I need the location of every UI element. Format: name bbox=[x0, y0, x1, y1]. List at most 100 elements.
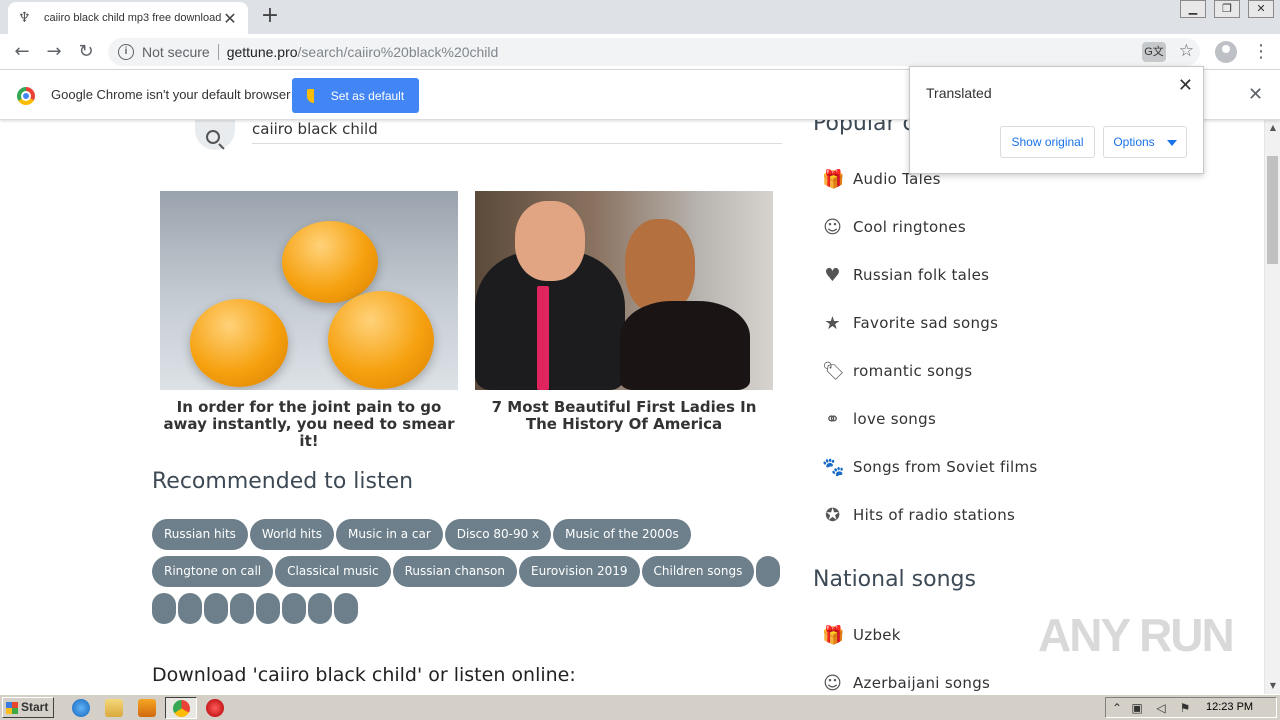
ad-title[interactable]: In order for the joint pain to go away i… bbox=[160, 399, 458, 450]
sidebar-category-item[interactable]: ★ Favorite sad songs bbox=[822, 299, 1038, 347]
network-icon[interactable]: ▣ bbox=[1130, 701, 1144, 715]
star-icon: ★ bbox=[824, 312, 841, 334]
url-path: /search/caiiro%20black%20child bbox=[297, 44, 499, 60]
caret-down-icon bbox=[1166, 139, 1177, 146]
sidebar-category-label: Azerbaijani songs bbox=[853, 674, 991, 692]
genre-tag-empty[interactable] bbox=[230, 593, 254, 624]
folder-icon[interactable] bbox=[105, 699, 123, 717]
sidebar-category-item[interactable]: 🐾 Songs from Soviet films bbox=[822, 443, 1038, 491]
restore-button[interactable]: ❐ bbox=[1214, 0, 1240, 18]
genre-tag[interactable]: Russian hits bbox=[152, 519, 248, 550]
flag-icon[interactable]: ⚑ bbox=[1178, 701, 1192, 715]
anyrun-watermark: ANY RUN bbox=[1038, 609, 1235, 661]
system-tray: ⌃ ▣ ◁ ⚑ 12:23 PM bbox=[1105, 697, 1277, 718]
genre-tag[interactable]: Classical music bbox=[275, 556, 391, 587]
sidebar-category-item[interactable]: ✪ Hits of radio stations bbox=[822, 491, 1038, 539]
genre-tag[interactable]: Disco 80-90 x bbox=[444, 519, 552, 550]
translate-icon[interactable]: G文 bbox=[1142, 42, 1166, 62]
page-scrollbar[interactable]: ▲ ▼ bbox=[1264, 120, 1280, 694]
sidebar-category-label: Hits of radio stations bbox=[853, 506, 1016, 524]
translate-options-button[interactable]: Options bbox=[1103, 126, 1187, 158]
genre-tag[interactable]: Eurovision 2019 bbox=[519, 556, 640, 587]
sidebar-category-item[interactable]: ⚭ love songs bbox=[822, 395, 1038, 443]
tray-expand-icon[interactable]: ⌃ bbox=[1110, 701, 1124, 715]
person-dress-shape bbox=[620, 301, 750, 390]
national-songs-list: 🎁 Uzbek ☺ Azerbaijani songs bbox=[822, 611, 990, 694]
infobar-close-icon[interactable]: ✕ bbox=[1248, 84, 1263, 105]
bookmark-star-icon[interactable]: ☆ bbox=[1179, 41, 1194, 61]
opera-icon[interactable] bbox=[206, 699, 224, 717]
profile-avatar-icon[interactable] bbox=[1215, 41, 1237, 63]
paw-icon: 🐾 bbox=[822, 456, 845, 478]
ad-card[interactable]: 7 Most Beautiful First Ladies In The His… bbox=[475, 191, 773, 433]
sidebar-category-item[interactable]: ☺ Cool ringtones bbox=[822, 203, 1038, 251]
sidebar-category-item[interactable]: ♥ Russian folk tales bbox=[822, 251, 1038, 299]
ad-image-yolks[interactable] bbox=[160, 191, 458, 390]
genre-tag[interactable]: Music in a car bbox=[336, 519, 443, 550]
start-button[interactable]: Start bbox=[2, 697, 54, 718]
info-icon[interactable]: i bbox=[118, 44, 134, 60]
heart-icon: ♥ bbox=[824, 264, 841, 286]
ad-title[interactable]: 7 Most Beautiful First Ladies In The His… bbox=[475, 399, 773, 433]
search-button[interactable] bbox=[195, 120, 235, 150]
genre-tags: Russian hits World hits Music in a car Disc… bbox=[152, 519, 782, 624]
chrome-icon bbox=[173, 700, 190, 717]
show-original-button[interactable]: Show original bbox=[1000, 126, 1095, 158]
internet-explorer-icon[interactable] bbox=[72, 699, 90, 717]
set-as-default-button[interactable]: Set as default bbox=[292, 78, 419, 113]
genre-tag-empty[interactable] bbox=[308, 593, 332, 624]
new-tab-button[interactable]: + bbox=[258, 4, 282, 28]
genre-tag-empty[interactable] bbox=[256, 593, 280, 624]
tab-strip: ♆ caiiro black child mp3 free download ✕… bbox=[0, 0, 1280, 34]
search-input[interactable]: caiiro black child bbox=[252, 120, 782, 144]
address-bar[interactable]: i Not secure gettune.pro /search/caiiro%… bbox=[108, 38, 1200, 66]
clock: 12:23 PM bbox=[1206, 701, 1254, 713]
genre-tag[interactable]: Music of the 2000s bbox=[553, 519, 691, 550]
security-label: Not secure bbox=[142, 44, 210, 60]
genre-tag-empty[interactable] bbox=[334, 593, 358, 624]
sidebar-category-item[interactable]: 🏷 romantic songs bbox=[822, 347, 1038, 395]
translate-close-icon[interactable]: ✕ bbox=[1178, 75, 1193, 96]
smile-icon: ☺ bbox=[823, 216, 842, 238]
forward-arrow-icon[interactable]: → bbox=[42, 40, 66, 64]
genre-tag[interactable]: World hits bbox=[249, 519, 335, 550]
sidebar-category-item[interactable]: 🎁 Uzbek bbox=[822, 611, 990, 659]
sidebar-category-label: love songs bbox=[853, 410, 937, 428]
download-heading: Download 'caiiro black child' or listen … bbox=[152, 664, 576, 686]
search-icon bbox=[206, 130, 220, 144]
red-tie-shape bbox=[537, 286, 549, 390]
chrome-taskbar-button[interactable] bbox=[165, 697, 197, 719]
scrollbar-thumb[interactable] bbox=[1267, 156, 1278, 264]
sidebar-category-label: Russian folk tales bbox=[853, 266, 990, 284]
genre-tag[interactable]: Children songs bbox=[641, 556, 755, 587]
genre-tag-empty[interactable] bbox=[152, 593, 176, 624]
scroll-up-arrow-icon[interactable]: ▲ bbox=[1265, 120, 1280, 136]
tab-close-icon[interactable]: ✕ bbox=[222, 9, 238, 28]
genre-tag-empty[interactable] bbox=[178, 593, 202, 624]
windows-flag-icon bbox=[6, 702, 18, 714]
back-arrow-icon[interactable]: ← bbox=[10, 40, 34, 64]
genre-tag-empty[interactable] bbox=[282, 593, 306, 624]
sidebar-category-label: Songs from Soviet films bbox=[853, 458, 1038, 476]
translate-popup-title: Translated bbox=[926, 85, 992, 101]
scroll-down-arrow-icon[interactable]: ▼ bbox=[1265, 678, 1280, 694]
windows-taskbar: Start ⌃ ▣ ◁ ⚑ 12:23 PM bbox=[0, 694, 1280, 720]
ad-image-couple[interactable] bbox=[475, 191, 773, 390]
genre-tag-empty[interactable] bbox=[204, 593, 228, 624]
volume-icon[interactable]: ◁ bbox=[1154, 701, 1168, 715]
address-separator bbox=[217, 44, 219, 60]
genre-tag[interactable]: Ringtone on call bbox=[152, 556, 274, 587]
person-hair-shape bbox=[625, 219, 695, 314]
tag-icon: 🏷 bbox=[822, 360, 845, 382]
ad-card[interactable]: In order for the joint pain to go away i… bbox=[160, 191, 458, 450]
popular-heading: Popular c bbox=[813, 120, 915, 136]
reload-icon[interactable]: ↻ bbox=[74, 40, 98, 64]
media-player-icon[interactable] bbox=[138, 699, 156, 717]
genre-tag[interactable]: Russian chanson bbox=[392, 556, 517, 587]
browser-tab[interactable]: ♆ caiiro black child mp3 free download ✕ bbox=[8, 2, 248, 34]
close-window-button[interactable]: ✕ bbox=[1248, 0, 1274, 18]
minimize-button[interactable]: ▁ bbox=[1180, 0, 1206, 18]
menu-dots-icon[interactable]: ⋮ bbox=[1252, 40, 1270, 64]
genre-tag-empty[interactable] bbox=[756, 556, 781, 587]
sidebar-category-item[interactable]: ☺ Azerbaijani songs bbox=[822, 659, 990, 694]
